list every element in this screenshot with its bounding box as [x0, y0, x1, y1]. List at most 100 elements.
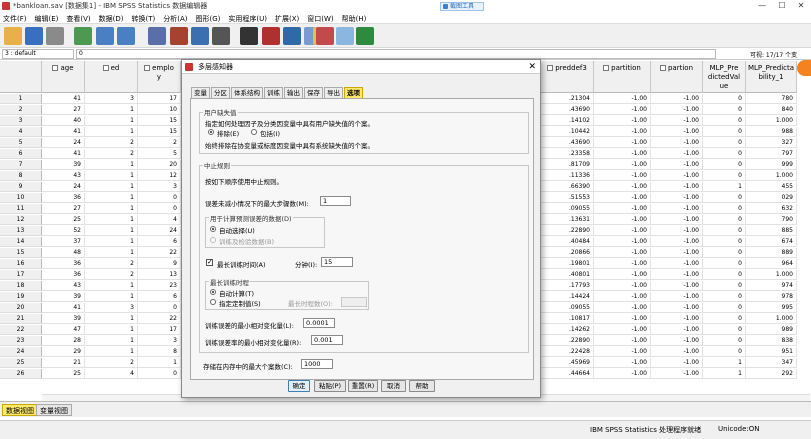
table-cell[interactable]: -1.00	[651, 149, 703, 159]
table-cell[interactable]: 1	[85, 116, 138, 126]
table-cell[interactable]: 21	[42, 358, 85, 368]
table-cell[interactable]: 974	[746, 281, 797, 291]
table-cell[interactable]: -1.00	[594, 226, 651, 236]
row-number[interactable]: 20	[0, 303, 42, 313]
table-cell[interactable]: -1.00	[594, 281, 651, 291]
table-cell[interactable]: .10442	[541, 127, 594, 137]
table-cell[interactable]: -1.00	[651, 248, 703, 258]
row-number[interactable]: 4	[0, 127, 42, 137]
table-cell[interactable]: .22890	[541, 226, 594, 236]
table-cell[interactable]: 1	[85, 281, 138, 291]
tab-variable-view[interactable]: 变量视图	[36, 404, 72, 416]
table-cell[interactable]: 0	[703, 325, 746, 335]
table-cell[interactable]: .09055	[541, 204, 594, 214]
table-cell[interactable]: .14424	[541, 292, 594, 302]
table-cell[interactable]: 22	[138, 314, 181, 324]
menu-edit[interactable]: 编辑(E)	[32, 12, 64, 24]
table-cell[interactable]: -1.00	[651, 215, 703, 225]
table-cell[interactable]: 12	[138, 171, 181, 181]
goto-case-icon[interactable]	[148, 27, 166, 45]
max-time-checkbox[interactable]	[206, 258, 213, 267]
table-cell[interactable]: -1.00	[651, 193, 703, 203]
table-cell[interactable]: -1.00	[594, 237, 651, 247]
min-rel-change-input[interactable]: 0.0001	[303, 318, 335, 328]
tab-data-view[interactable]: 数据视图	[2, 404, 38, 416]
row-number[interactable]: 7	[0, 160, 42, 170]
table-cell[interactable]: 17	[138, 325, 181, 335]
table-cell[interactable]: 27	[42, 204, 85, 214]
table-cell[interactable]: 0	[703, 281, 746, 291]
table-cell[interactable]: 6	[138, 237, 181, 247]
menu-help[interactable]: 帮助(H)	[339, 12, 372, 24]
error-data-auto-radio[interactable]	[210, 226, 216, 232]
table-cell[interactable]: .66390	[541, 182, 594, 192]
column-header-ed[interactable]: ed	[85, 61, 138, 93]
table-cell[interactable]: 0	[703, 292, 746, 302]
table-cell[interactable]: 1	[85, 336, 138, 346]
table-cell[interactable]: 23	[138, 281, 181, 291]
table-cell[interactable]: 327	[746, 138, 797, 148]
table-cell[interactable]: 5	[138, 149, 181, 159]
table-cell[interactable]: -1.00	[594, 303, 651, 313]
table-cell[interactable]: -1.00	[594, 149, 651, 159]
side-assistant-badge[interactable]	[797, 60, 811, 76]
table-cell[interactable]: 999	[746, 160, 797, 170]
row-number[interactable]: 15	[0, 248, 42, 258]
row-number[interactable]: 14	[0, 237, 42, 247]
table-cell[interactable]: 27	[42, 105, 85, 115]
table-cell[interactable]: -1.00	[594, 94, 651, 104]
cell-value-editor[interactable]: 0	[76, 49, 716, 59]
table-cell[interactable]: 674	[746, 237, 797, 247]
menu-file[interactable]: 文件(F)	[0, 12, 32, 24]
table-cell[interactable]: 1	[703, 182, 746, 192]
table-cell[interactable]: 780	[746, 94, 797, 104]
table-cell[interactable]: 1	[85, 237, 138, 247]
ok-button[interactable]: 确定	[288, 380, 310, 392]
tab-options[interactable]: 选项	[344, 87, 363, 98]
table-cell[interactable]: 1	[85, 347, 138, 357]
tab-partitions[interactable]: 分区	[211, 87, 230, 98]
table-cell[interactable]: -1.00	[594, 116, 651, 126]
table-cell[interactable]: .14262	[541, 325, 594, 335]
table-cell[interactable]: 2	[85, 259, 138, 269]
use-sets-icon[interactable]	[336, 27, 354, 45]
column-header-employ[interactable]: emplo y	[138, 61, 181, 93]
minutes-input[interactable]: 15	[321, 257, 353, 267]
table-cell[interactable]: 15	[138, 116, 181, 126]
table-cell[interactable]: -1.00	[594, 259, 651, 269]
table-cell[interactable]: -1.00	[594, 138, 651, 148]
table-cell[interactable]: -1.00	[651, 292, 703, 302]
table-cell[interactable]: 797	[746, 149, 797, 159]
print-icon[interactable]	[46, 27, 64, 45]
menu-extensions[interactable]: 扩展(X)	[272, 12, 304, 24]
tab-training[interactable]: 训练	[264, 87, 283, 98]
table-cell[interactable]: 39	[42, 314, 85, 324]
row-number[interactable]: 3	[0, 116, 42, 126]
row-number[interactable]: 23	[0, 336, 42, 346]
table-cell[interactable]: 8	[138, 347, 181, 357]
table-cell[interactable]: 4	[138, 215, 181, 225]
table-cell[interactable]: .45969	[541, 358, 594, 368]
goto-variable-icon[interactable]	[170, 27, 188, 45]
table-cell[interactable]: 20	[138, 160, 181, 170]
undo-icon[interactable]	[96, 27, 114, 45]
table-cell[interactable]: 36	[42, 193, 85, 203]
close-window-button[interactable]: ✕	[791, 0, 811, 12]
epochs-auto-radio[interactable]	[210, 289, 216, 295]
table-cell[interactable]: 28	[42, 336, 85, 346]
table-cell[interactable]: 9	[138, 259, 181, 269]
table-cell[interactable]: 978	[746, 292, 797, 302]
table-cell[interactable]: .22428	[541, 347, 594, 357]
table-cell[interactable]: -1.00	[651, 369, 703, 379]
table-cell[interactable]: 4	[85, 369, 138, 379]
table-cell[interactable]: 1	[85, 226, 138, 236]
table-cell[interactable]: 0	[703, 270, 746, 280]
exclude-radio[interactable]	[208, 129, 214, 135]
table-cell[interactable]: 0	[703, 193, 746, 203]
table-cell[interactable]: -1.00	[651, 171, 703, 181]
table-cell[interactable]: 36	[42, 259, 85, 269]
column-header-partition[interactable]: partition	[594, 61, 651, 93]
column-header-mlp-predicted-value[interactable]: MLP_Pre dictedVal ue	[703, 61, 746, 93]
table-cell[interactable]: 1	[138, 358, 181, 368]
table-cell[interactable]: 0	[703, 171, 746, 181]
